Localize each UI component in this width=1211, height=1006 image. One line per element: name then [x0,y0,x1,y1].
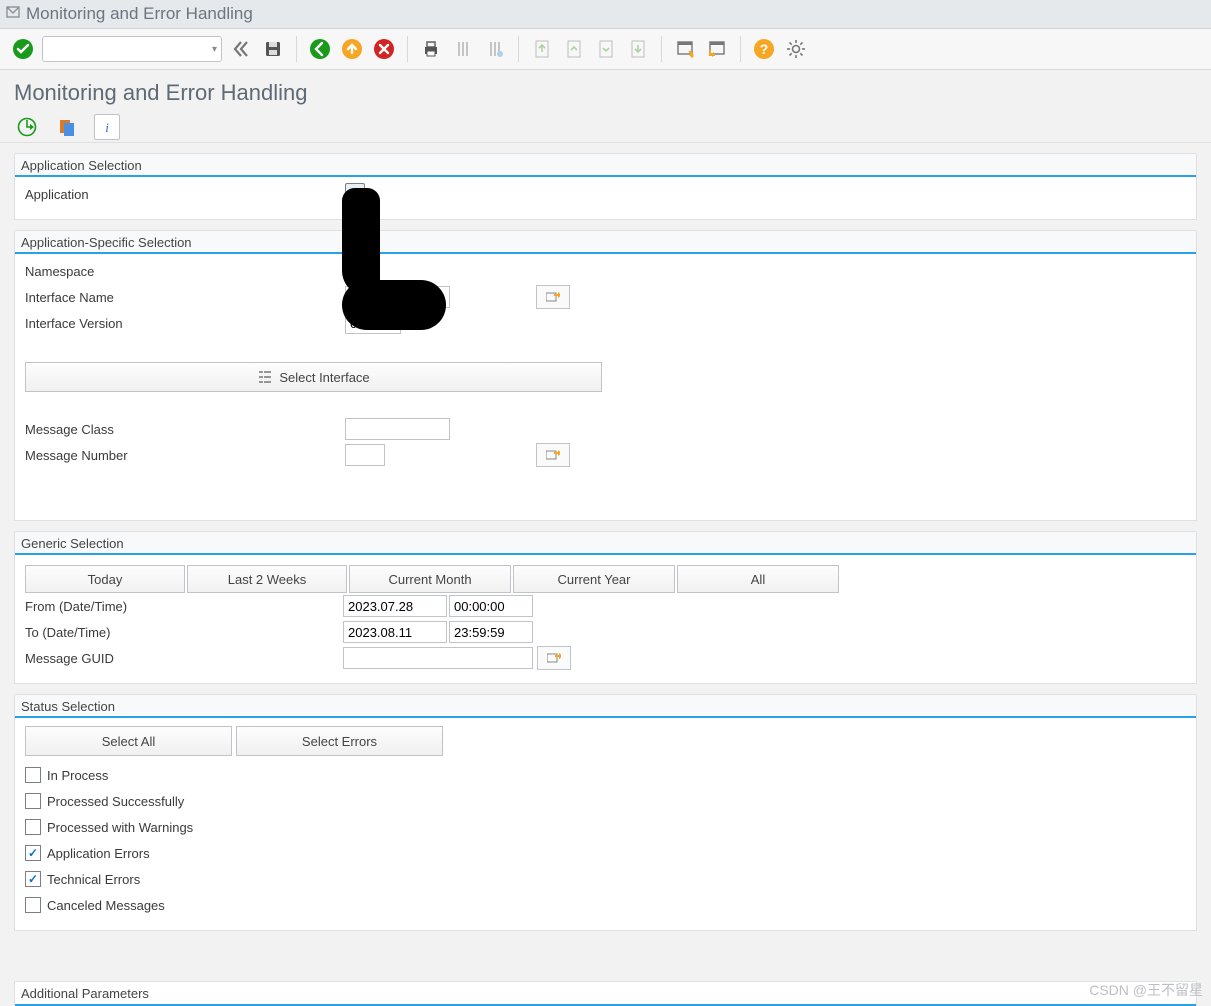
execute-button[interactable] [14,114,40,140]
save-button[interactable] [260,36,286,62]
toolbar-separator [518,36,519,62]
current-month-button[interactable]: Current Month [349,565,511,593]
status-processed-warn-row[interactable]: Processed with Warnings [25,814,1186,840]
help-button[interactable]: ? [751,36,777,62]
section-header: Application Selection [15,154,1196,177]
interface-name-input[interactable] [345,286,450,308]
checkbox-icon[interactable] [25,897,41,913]
find-next-button[interactable] [482,36,508,62]
guid-multi-button[interactable] [537,646,571,670]
guid-input[interactable] [343,647,533,669]
checkbox-icon[interactable] [25,871,41,887]
exit-button[interactable] [339,36,365,62]
back-all-button[interactable] [228,36,254,62]
settings-button[interactable] [783,36,809,62]
checkbox-icon[interactable] [25,767,41,783]
from-label: From (Date/Time) [25,599,343,614]
status-canceled-row[interactable]: Canceled Messages [25,892,1186,918]
main-toolbar: ▾ ? [0,29,1211,70]
interface-version-label: Interface Version [25,316,345,331]
last-2-weeks-button[interactable]: Last 2 Weeks [187,565,347,593]
section-app-specific-selection: Application-Specific Selection Namespace… [14,230,1197,521]
message-number-input[interactable] [345,444,385,466]
toolbar-separator [661,36,662,62]
back-button[interactable] [307,36,333,62]
prev-page-button[interactable] [561,36,587,62]
window-titlebar: Monitoring and Error Handling [0,0,1211,29]
to-date-input[interactable] [343,621,447,643]
section-additional-parameters: Additional Parameters [14,981,1197,1006]
new-session-button[interactable] [672,36,698,62]
current-year-button[interactable]: Current Year [513,565,675,593]
checkbox-icon[interactable] [25,819,41,835]
cancel-button[interactable] [371,36,397,62]
guid-label: Message GUID [25,651,343,666]
select-all-button[interactable]: Select All [25,726,232,756]
status-processed-ok-row[interactable]: Processed Successfully [25,788,1186,814]
find-button[interactable] [450,36,476,62]
quick-range-bar: Today Last 2 Weeks Current Month Current… [25,565,1186,593]
next-page-button[interactable] [593,36,619,62]
status-tech-errors-row[interactable]: Technical Errors [25,866,1186,892]
status-label: Application Errors [47,846,150,861]
message-class-input[interactable] [345,418,450,440]
last-page-button[interactable] [625,36,651,62]
application-value-help[interactable] [345,183,365,205]
to-time-input[interactable] [449,621,533,643]
section-header: Application-Specific Selection [15,231,1196,254]
section-header: Generic Selection [15,532,1196,555]
interface-version-input[interactable] [345,312,401,334]
today-button[interactable]: Today [25,565,185,593]
status-label: Canceled Messages [47,898,165,913]
all-button[interactable]: All [677,565,839,593]
window-icon [6,4,20,24]
section-application-selection: Application Selection Application [14,153,1197,220]
status-label: Processed Successfully [47,794,184,809]
select-interface-button[interactable]: Select Interface [25,362,602,392]
select-errors-button[interactable]: Select Errors [236,726,443,756]
message-class-label: Message Class [25,422,345,437]
svg-text:i: i [105,120,109,135]
section-status-selection: Status Selection Select All Select Error… [14,694,1197,931]
info-button[interactable]: i [94,114,120,140]
checkbox-icon[interactable] [25,793,41,809]
interface-name-label: Interface Name [25,290,345,305]
status-app-errors-row[interactable]: Application Errors [25,840,1186,866]
variants-button[interactable] [54,114,80,140]
status-label: Technical Errors [47,872,140,887]
print-button[interactable] [418,36,444,62]
shortcut-button[interactable] [704,36,730,62]
from-time-input[interactable] [449,595,533,617]
checkbox-icon[interactable] [25,845,41,861]
namespace-label: Namespace [25,264,345,279]
section-header: Status Selection [15,695,1196,718]
message-number-label: Message Number [25,448,345,463]
toolbar-separator [296,36,297,62]
toolbar-separator [740,36,741,62]
page-action-bar: i [0,112,1211,143]
chevron-down-icon: ▾ [212,44,217,55]
status-label: Processed with Warnings [47,820,193,835]
command-field[interactable]: ▾ [42,36,222,62]
page-title: Monitoring and Error Handling [0,70,1211,112]
svg-text:?: ? [760,41,769,57]
from-date-input[interactable] [343,595,447,617]
application-label: Application [25,187,345,202]
enter-button[interactable] [10,36,36,62]
section-generic-selection: Generic Selection Today Last 2 Weeks Cur… [14,531,1197,684]
window-title: Monitoring and Error Handling [26,4,253,24]
first-page-button[interactable] [529,36,555,62]
interface-name-multi-button[interactable] [536,285,570,309]
message-number-multi-button[interactable] [536,443,570,467]
status-label: In Process [47,768,108,783]
toolbar-separator [407,36,408,62]
watermark: CSDN @王不留星 [1089,980,1203,1000]
section-header: Additional Parameters [21,986,149,1001]
select-interface-label: Select Interface [279,370,369,385]
to-label: To (Date/Time) [25,625,343,640]
status-in-process-row[interactable]: In Process [25,762,1186,788]
